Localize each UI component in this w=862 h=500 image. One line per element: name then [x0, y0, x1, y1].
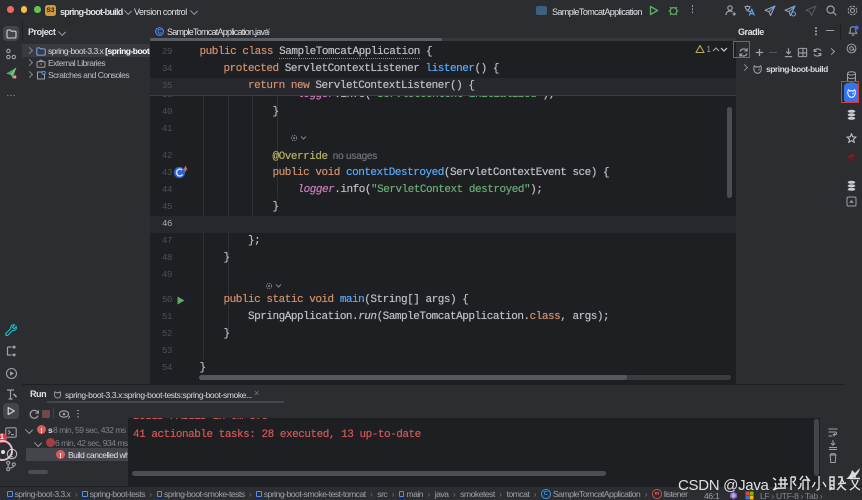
svg-text:C: C [157, 29, 162, 35]
svg-text:R: R [13, 74, 16, 79]
svg-text:1: 1 [707, 45, 712, 54]
